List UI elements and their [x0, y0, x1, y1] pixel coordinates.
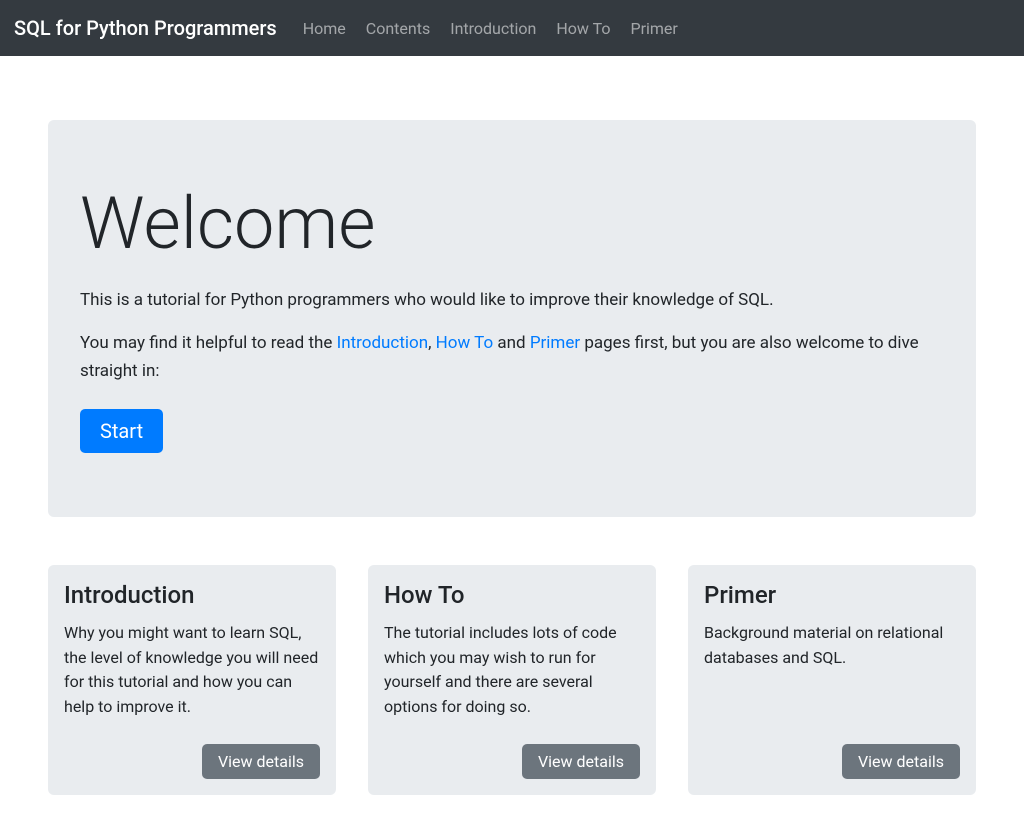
nav-link-introduction[interactable]: Introduction: [440, 11, 546, 46]
link-primer[interactable]: Primer: [530, 333, 580, 353]
start-button[interactable]: Start: [80, 409, 163, 453]
card-body: Primer Background material on relational…: [704, 581, 960, 695]
view-details-introduction[interactable]: View details: [202, 744, 320, 779]
view-details-primer[interactable]: View details: [842, 744, 960, 779]
card-text-primer: Background material on relational databa…: [704, 621, 960, 671]
card-title-introduction: Introduction: [64, 581, 320, 609]
hero-p2-pre: You may find it helpful to read the: [80, 333, 337, 353]
hero-paragraph-1: This is a tutorial for Python programmer…: [80, 287, 944, 314]
link-introduction[interactable]: Introduction: [337, 333, 429, 353]
nav-link-contents[interactable]: Contents: [356, 11, 440, 46]
cards-row: Introduction Why you might want to learn…: [48, 565, 976, 795]
nav-items: Home Contents Introduction How To Primer: [293, 11, 688, 46]
card-body: How To The tutorial includes lots of cod…: [384, 581, 640, 744]
hero: Welcome This is a tutorial for Python pr…: [48, 120, 976, 517]
hero-paragraph-2: You may find it helpful to read the Intr…: [80, 330, 944, 384]
card-footer: View details: [384, 744, 640, 779]
card-text-introduction: Why you might want to learn SQL, the lev…: [64, 621, 320, 720]
card-title-primer: Primer: [704, 581, 960, 609]
navbar-brand[interactable]: SQL for Python Programmers: [14, 16, 277, 40]
navbar: SQL for Python Programmers Home Contents…: [0, 0, 1024, 56]
card-body: Introduction Why you might want to learn…: [64, 581, 320, 744]
nav-link-primer[interactable]: Primer: [620, 11, 687, 46]
nav-link-howto[interactable]: How To: [546, 11, 620, 46]
main-container: Welcome This is a tutorial for Python pr…: [32, 120, 992, 795]
card-primer: Primer Background material on relational…: [688, 565, 976, 795]
card-title-howto: How To: [384, 581, 640, 609]
card-footer: View details: [704, 744, 960, 779]
hero-p2-sep2: and: [493, 333, 530, 353]
hero-p2-sep1: ,: [428, 333, 436, 353]
nav-link-home[interactable]: Home: [293, 11, 356, 46]
card-footer: View details: [64, 744, 320, 779]
view-details-howto[interactable]: View details: [522, 744, 640, 779]
card-introduction: Introduction Why you might want to learn…: [48, 565, 336, 795]
link-howto[interactable]: How To: [436, 333, 494, 353]
card-howto: How To The tutorial includes lots of cod…: [368, 565, 656, 795]
card-text-howto: The tutorial includes lots of code which…: [384, 621, 640, 720]
hero-title: Welcome: [80, 184, 944, 263]
